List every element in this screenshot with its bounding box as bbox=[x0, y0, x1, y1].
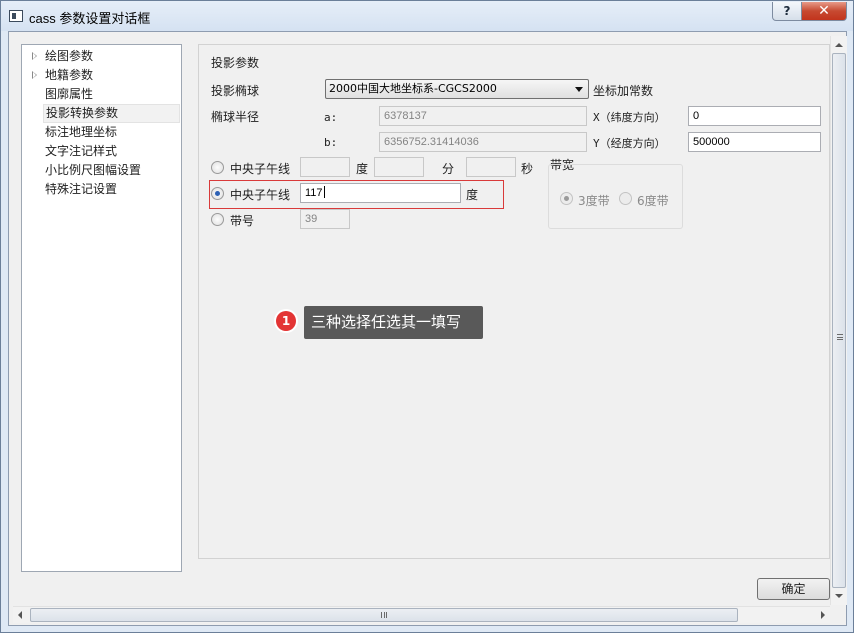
band-6deg-radio[interactable] bbox=[619, 192, 632, 205]
a-label: a: bbox=[324, 111, 338, 124]
meridian-degree-unit: 度 bbox=[466, 188, 479, 202]
ellipsoid-label: 投影椭球 bbox=[211, 84, 260, 98]
degree-unit-label: 度 bbox=[356, 162, 369, 176]
meridian-dms-radio[interactable] bbox=[211, 161, 224, 174]
vertical-scroll-thumb[interactable] bbox=[832, 53, 846, 588]
scroll-up-arrow-icon[interactable] bbox=[835, 43, 843, 47]
radius-label: 椭球半径 bbox=[211, 110, 260, 124]
ellipsoid-select[interactable]: 2000中国大地坐标系-CGCS2000 bbox=[325, 79, 589, 99]
scroll-down-arrow-icon[interactable] bbox=[835, 594, 843, 598]
projection-panel: 投影参数 投影椭球 2000中国大地坐标系-CGCS2000 坐标加常数 椭球半… bbox=[198, 44, 830, 559]
expand-arrow-icon[interactable] bbox=[32, 52, 37, 60]
annotation-tooltip: 三种选择任选其一填写 bbox=[304, 306, 483, 339]
help-button[interactable]: ? bbox=[772, 2, 802, 21]
step-badge: 1 bbox=[276, 311, 296, 331]
y-offset-field[interactable]: 500000 bbox=[688, 132, 821, 152]
ok-button[interactable]: 确定 bbox=[757, 578, 830, 600]
minute-unit-label: 分 bbox=[442, 162, 455, 176]
band-3deg-radio[interactable] bbox=[560, 192, 573, 205]
chevron-down-icon bbox=[575, 87, 583, 92]
scroll-left-arrow-icon[interactable] bbox=[18, 611, 22, 619]
meridian-degree-field[interactable] bbox=[300, 157, 350, 177]
dialog-client-area: 绘图参数 地籍参数 图廓属性 投影转换参数 标注地理坐标 文字注记样式 小比例尺… bbox=[8, 31, 847, 626]
expand-arrow-icon[interactable] bbox=[32, 71, 37, 79]
meridian-dms-label: 中央子午线 bbox=[230, 162, 291, 176]
settings-tree: 绘图参数 地籍参数 图廓属性 投影转换参数 标注地理坐标 文字注记样式 小比例尺… bbox=[21, 44, 182, 572]
x-offset-field[interactable]: 0 bbox=[688, 106, 821, 126]
meridian-degree-radio[interactable] bbox=[211, 187, 224, 200]
b-value-field[interactable]: 6356752.31414036 bbox=[379, 132, 587, 152]
y-offset-label: Y（经度方向） bbox=[593, 137, 666, 150]
vertical-scrollbar[interactable] bbox=[830, 36, 847, 605]
close-button[interactable]: ✕ bbox=[801, 2, 847, 21]
meridian-degree-label: 中央子午线 bbox=[230, 188, 291, 202]
app-window-icon bbox=[9, 10, 23, 22]
horizontal-scrollbar[interactable] bbox=[13, 606, 830, 623]
a-value-field[interactable]: 6378137 bbox=[379, 106, 587, 126]
title-bar[interactable]: cass 参数设置对话框 ? ✕ bbox=[1, 1, 853, 31]
meridian-minute-field[interactable] bbox=[374, 157, 424, 177]
zone-number-radio[interactable] bbox=[211, 213, 224, 226]
dialog-window: cass 参数设置对话框 ? ✕ 绘图参数 地籍参数 图廓属性 投影转换参数 标… bbox=[0, 0, 854, 633]
section-title: 投影参数 bbox=[211, 56, 260, 70]
grip-icon bbox=[381, 612, 387, 618]
band-6deg-label: 6度带 bbox=[637, 194, 669, 208]
window-title: cass 参数设置对话框 bbox=[29, 11, 151, 26]
horizontal-scroll-thumb[interactable] bbox=[30, 608, 738, 622]
meridian-second-field[interactable] bbox=[466, 157, 516, 177]
band-width-group: 3度带 6度带 bbox=[548, 164, 683, 229]
coord-constant-label: 坐标加常数 bbox=[593, 84, 654, 98]
meridian-value-input[interactable]: 117 bbox=[300, 183, 461, 203]
second-unit-label: 秒 bbox=[521, 162, 534, 176]
zone-number-field[interactable]: 39 bbox=[300, 209, 350, 229]
zone-number-label: 带号 bbox=[230, 214, 255, 228]
scroll-right-arrow-icon[interactable] bbox=[821, 611, 825, 619]
grip-icon bbox=[837, 334, 843, 340]
text-cursor bbox=[323, 186, 325, 198]
band-3deg-label: 3度带 bbox=[578, 194, 610, 208]
b-label: b: bbox=[324, 136, 338, 149]
x-offset-label: X（纬度方向） bbox=[593, 111, 666, 124]
